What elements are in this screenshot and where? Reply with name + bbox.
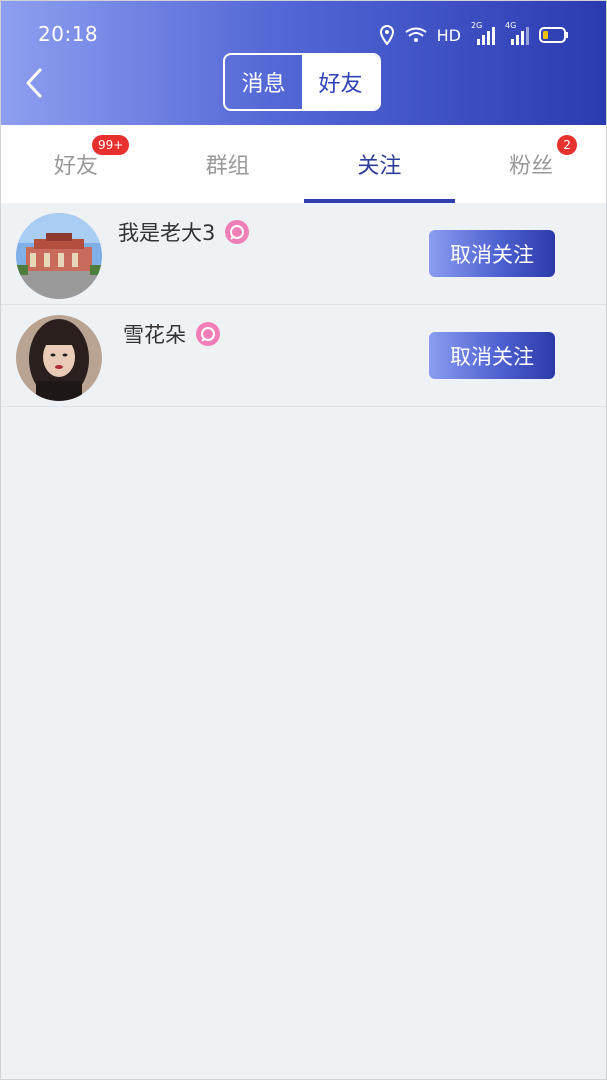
tab-following-label: 关注: [357, 154, 402, 179]
avatar[interactable]: [16, 315, 102, 401]
user-name-row: 雪花朵: [123, 319, 220, 349]
back-button[interactable]: [18, 64, 58, 104]
header-bar: 20:18 HD 2G 4G 消息 好友: [0, 0, 607, 125]
tab-friends-label: 好友: [53, 154, 98, 179]
user-name-row: 我是老大3: [118, 217, 250, 247]
net-label-2g: 2G: [471, 21, 483, 30]
segment-messages[interactable]: 消息: [225, 55, 302, 109]
tab-friends[interactable]: 好友 99+: [0, 125, 152, 203]
message-friend-switch: 消息 好友: [223, 53, 381, 111]
avatar[interactable]: [16, 213, 102, 299]
list-item[interactable]: 雪花朵 取消关注: [0, 305, 607, 407]
friends-count-badge: 99+: [92, 135, 130, 155]
location-icon: [379, 25, 395, 45]
wifi-icon: [405, 27, 427, 43]
tab-groups-label: 群组: [205, 154, 250, 179]
net-label-4g: 4G: [505, 21, 517, 30]
tab-groups[interactable]: 群组: [152, 125, 304, 203]
tab-fans-label: 粉丝: [509, 154, 554, 179]
signal-4g-icon: 4G: [505, 21, 529, 45]
member-badge-icon: [225, 220, 250, 244]
signal-2g-icon: 2G: [471, 21, 495, 45]
tab-fans[interactable]: 粉丝 2: [455, 125, 607, 203]
unfollow-button[interactable]: 取消关注: [429, 332, 555, 379]
user-name: 我是老大3: [118, 221, 216, 245]
following-list: 我是老大3 取消关注 雪花朵 取消关注: [0, 203, 607, 407]
tab-following[interactable]: 关注: [303, 125, 456, 203]
tab-bar: 好友 99+ 群组 关注 粉丝 2: [0, 125, 607, 203]
list-item[interactable]: 我是老大3 取消关注: [0, 203, 607, 305]
chevron-left-icon: [26, 68, 42, 98]
fans-count-badge: 2: [557, 135, 577, 155]
segment-friends[interactable]: 好友: [302, 55, 379, 109]
status-time: 20:18: [38, 22, 99, 46]
battery-icon: [539, 27, 569, 43]
status-icons: HD 2G 4G: [379, 21, 569, 48]
hd-label: HD: [436, 25, 461, 45]
member-badge-icon: [196, 322, 220, 346]
user-name: 雪花朵: [123, 323, 186, 347]
unfollow-button[interactable]: 取消关注: [429, 230, 555, 277]
